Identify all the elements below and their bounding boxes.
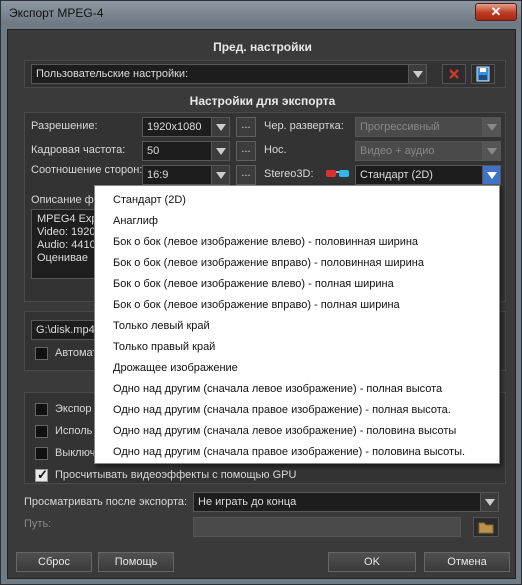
- dropdown-option[interactable]: Анаглиф: [113, 215, 158, 227]
- chevron-down-icon: [211, 142, 229, 160]
- stereo3d-combo[interactable]: Стандарт (2D): [355, 165, 501, 185]
- stereo3d-value: Стандарт (2D): [360, 169, 433, 181]
- dropdown-option[interactable]: Бок о бок (левое изображение влево) - по…: [113, 278, 394, 290]
- option-checkbox-gpu[interactable]: [35, 467, 48, 483]
- presets-section-title: Пред. настройки: [213, 40, 312, 54]
- 3d-glasses-icon: [326, 170, 349, 177]
- carrier-label: Нос.: [264, 144, 287, 156]
- resolution-value: 1920x1080: [147, 121, 202, 133]
- playback-label: Просматривать после экспорта:: [24, 496, 188, 508]
- dropdown-option[interactable]: Одно над другим (сначала правое изображе…: [113, 404, 451, 416]
- save-preset-button[interactable]: [471, 64, 495, 84]
- option-label: Экспор: [55, 403, 92, 415]
- chevron-down-icon: [211, 118, 229, 136]
- chevron-down-icon: [408, 65, 426, 83]
- interlace-value: Прогрессивный: [360, 121, 440, 133]
- option-checkbox-export[interactable]: [35, 403, 48, 416]
- dropdown-option[interactable]: Бок о бок (левое изображение вправо) - п…: [113, 257, 424, 269]
- export-section-title: Настройки для экспорта: [189, 94, 336, 108]
- playback-value: Не играть до конца: [198, 496, 297, 508]
- interlace-combo[interactable]: Прогрессивный: [355, 117, 501, 137]
- path-label: Путь:: [24, 518, 52, 530]
- presets-panel: Пользовательские настройки:: [24, 60, 506, 88]
- presets-combo[interactable]: Пользовательские настройки:: [31, 64, 427, 84]
- interlace-label: Чер. развертка:: [264, 120, 344, 132]
- help-button[interactable]: Помощь: [98, 552, 174, 572]
- carrier-value: Видео + аудио: [360, 145, 435, 157]
- dropdown-option[interactable]: Одно над другим (сначала левое изображен…: [113, 383, 442, 395]
- export-dialog: Экспорт MPEG-4 ✕ Пред. настройки Пользов…: [0, 0, 522, 585]
- output-path-field[interactable]: G:\disk.mp4: [31, 320, 103, 340]
- framerate-label: Кадровая частота:: [31, 144, 126, 156]
- dropdown-option[interactable]: Бок о бок (левое изображение вправо) - п…: [113, 299, 400, 311]
- dropdown-option[interactable]: Стандарт (2D): [113, 194, 186, 206]
- resolution-more-button[interactable]: ...: [236, 117, 256, 137]
- dropdown-option[interactable]: Дрожащее изображение: [113, 362, 238, 374]
- option-label: Исполь: [55, 425, 93, 437]
- dropdown-option[interactable]: Одно над другим (сначала правое изображе…: [113, 446, 465, 458]
- dropdown-option[interactable]: Бок о бок (левое изображение влево) - по…: [113, 236, 418, 248]
- chevron-down-icon: [480, 493, 498, 511]
- framerate-more-button[interactable]: ...: [236, 141, 256, 161]
- aspect-combo[interactable]: 16:9: [142, 165, 230, 185]
- path-field[interactable]: [193, 517, 461, 537]
- delete-icon: [449, 69, 459, 79]
- option-checkbox-shutdown[interactable]: [35, 447, 48, 460]
- playback-combo[interactable]: Не играть до конца: [193, 492, 499, 512]
- reset-button[interactable]: Сброс: [16, 552, 92, 572]
- dropdown-option[interactable]: Одно над другим (сначала левое изображен…: [113, 425, 456, 437]
- chevron-down-icon: [482, 142, 500, 160]
- dropdown-option[interactable]: Только левый край: [113, 320, 210, 332]
- resolution-label: Разрешение:: [31, 120, 98, 132]
- auto-label: Автомат: [55, 347, 98, 359]
- ok-button[interactable]: OK: [328, 552, 416, 572]
- close-button[interactable]: ✕: [475, 3, 517, 21]
- dropdown-option[interactable]: Только правый край: [113, 341, 215, 353]
- presets-combo-value: Пользовательские настройки:: [36, 68, 189, 80]
- aspect-value: 16:9: [147, 169, 169, 181]
- folder-icon: [478, 522, 494, 534]
- option-checkbox-use[interactable]: [35, 425, 48, 438]
- chevron-down-icon: [482, 118, 500, 136]
- stereo3d-dropdown-list: Стандарт (2D) Анаглиф Бок о бок (левое и…: [94, 185, 500, 464]
- cancel-button[interactable]: Отмена: [424, 552, 510, 572]
- chevron-down-icon: [482, 166, 500, 184]
- option-label: Просчитывать видеоэффекты с помощью GPU: [55, 469, 297, 481]
- auto-checkbox[interactable]: [35, 347, 48, 360]
- title-bar: Экспорт MPEG-4 ✕: [1, 1, 521, 25]
- aspect-label: Соотношение сторон:: [31, 164, 143, 176]
- delete-preset-button[interactable]: [442, 64, 466, 84]
- description-label: Описание ф: [31, 194, 94, 206]
- resolution-combo[interactable]: 1920x1080: [142, 117, 230, 137]
- aspect-more-button[interactable]: ...: [236, 165, 256, 185]
- chevron-down-icon: [211, 166, 229, 184]
- stereo-label: Stereo3D:: [264, 168, 314, 180]
- carrier-combo[interactable]: Видео + аудио: [355, 141, 501, 161]
- window-title: Экспорт MPEG-4: [9, 6, 104, 20]
- framerate-value: 50: [147, 145, 160, 157]
- framerate-combo[interactable]: 50: [142, 141, 230, 161]
- option-label: Выключ: [55, 447, 96, 459]
- save-icon: [476, 66, 490, 82]
- browse-button[interactable]: [473, 517, 499, 537]
